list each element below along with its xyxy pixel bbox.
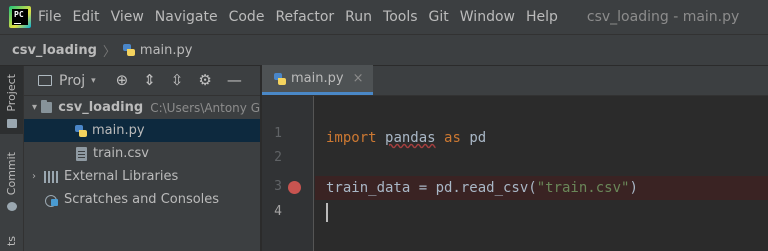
code-line-3: train_data = pd.read_csv("train.csv") [315,176,768,200]
project-tree: ▾ csv_loading C:\Users\Antony G main.py … [24,96,260,211]
menu-bar: PC File Edit View Navigate Code Refactor… [0,0,768,34]
menu-navigate[interactable]: Navigate [155,9,218,25]
menu-edit[interactable]: Edit [72,9,99,25]
menu-tools[interactable]: Tools [383,9,418,25]
chevron-right-icon[interactable]: › [32,171,44,182]
breadcrumb-file[interactable]: main.py [140,43,193,58]
editor-tab-bar: main.py × [262,65,768,96]
window-title: csv_loading - main.py [586,9,740,25]
csv-file-icon [76,146,87,161]
tab-label: main.py [291,71,344,86]
folder-icon [7,119,17,128]
breadcrumb-separator-icon: 〉 [102,44,116,60]
scratches-icon [44,193,59,207]
tree-item-label: Scratches and Consoles [64,192,220,207]
project-panel-title[interactable]: Proj [59,73,85,89]
tool-tab-commit-label: Commit [5,152,18,196]
breadcrumb-project[interactable]: csv_loading [12,43,97,58]
expand-all-icon[interactable]: ⇕ [143,73,156,88]
tree-root-label: csv_loading [58,100,144,115]
locate-icon[interactable]: ⊕ [116,73,129,88]
collapse-all-icon[interactable]: ⇳ [171,73,184,88]
tree-item-main-py[interactable]: main.py [24,119,260,142]
menu-refactor[interactable]: Refactor [275,9,334,25]
folder-icon [41,100,53,113]
line-number: 1 [274,126,282,141]
tree-item-external-libraries[interactable]: › External Libraries [24,165,260,188]
menu-git[interactable]: Git [429,9,449,25]
hide-icon[interactable]: — [227,73,242,88]
tool-tab-commit[interactable]: Commit [0,146,23,224]
menu-view[interactable]: View [111,9,144,25]
tool-tab-project[interactable]: Project [0,66,23,134]
python-file-icon [273,72,287,86]
project-view-icon [38,75,52,86]
python-file-icon [74,124,88,138]
tool-window-strip: Project Commit ts [0,66,24,251]
menu-file[interactable]: File [38,9,61,25]
menu-window[interactable]: Window [460,9,515,25]
tree-item-label: train.csv [93,146,150,161]
gear-icon[interactable]: ⚙ [198,73,211,88]
tab-main-py[interactable]: main.py × [262,65,374,95]
chevron-down-icon[interactable]: ▾ [32,102,41,113]
tree-root-path: C:\Users\Antony G [150,100,260,115]
close-icon[interactable]: × [353,71,364,86]
tree-item-label: main.py [92,123,145,138]
breadcrumb: csv_loading 〉 main.py [0,34,768,66]
tool-tab-structure-label: ts [5,236,18,247]
tree-item-train-csv[interactable]: train.csv [24,142,260,165]
code-line-1: import pandas as pd [326,130,487,146]
code-area[interactable]: import pandas as pd train_data = pd.read… [315,96,768,251]
tool-tab-structure[interactable]: ts [0,234,23,251]
tool-tab-project-label: Project [5,74,18,112]
tree-item-scratches[interactable]: Scratches and Consoles [24,188,260,211]
pycharm-logo-icon[interactable]: PC [9,6,31,28]
editor: main.py × 1 2 3 4 import pandas as pd tr… [262,65,768,251]
menu-help[interactable]: Help [526,9,558,25]
line-number: 4 [274,204,282,219]
menu-code[interactable]: Code [229,9,265,25]
tree-item-label: External Libraries [64,169,179,184]
commit-icon [7,202,17,211]
breakpoint-icon[interactable] [288,181,301,194]
line-number: 2 [274,150,282,165]
project-panel-header: Proj ▾ ⊕ ⇕ ⇳ ⚙ — [24,66,260,96]
python-file-icon [122,43,136,57]
editor-gutter[interactable]: 1 2 3 4 [262,96,314,251]
line-number: 3 [274,179,282,194]
chevron-down-icon[interactable]: ▾ [91,76,96,86]
menu-run[interactable]: Run [345,9,372,25]
library-icon [44,170,58,183]
project-panel: Proj ▾ ⊕ ⇕ ⇳ ⚙ — ▾ csv_loading C:\Users\… [24,66,261,251]
tree-item-root[interactable]: ▾ csv_loading C:\Users\Antony G [24,96,260,119]
text-caret [326,203,328,222]
